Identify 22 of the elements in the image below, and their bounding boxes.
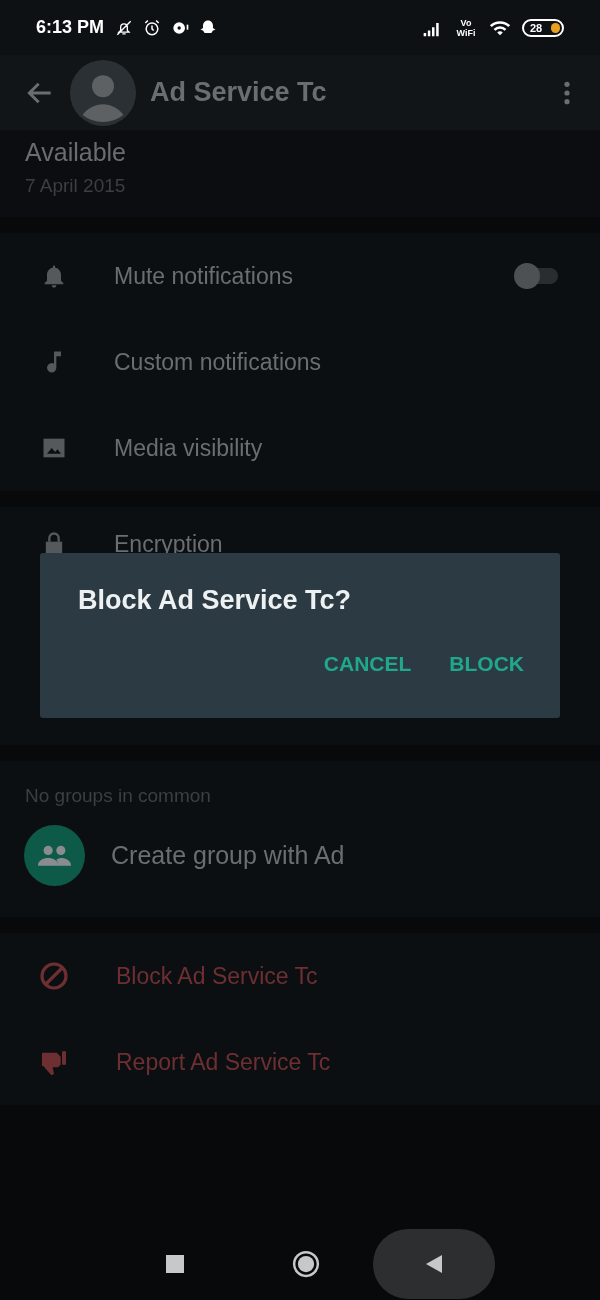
dialog-button[interactable]: BLOCK: [449, 652, 524, 676]
avatar[interactable]: [70, 59, 136, 126]
settings-row[interactable]: Media visibility: [0, 405, 600, 491]
group-icon: [24, 824, 85, 886]
battery-percent: 28: [530, 21, 543, 34]
back-triangle-icon: [424, 1253, 444, 1275]
settings-row[interactable]: Mute notifications: [0, 233, 600, 319]
list-item[interactable]: Create group with Ad: [0, 815, 600, 917]
battery-fill: [551, 22, 560, 33]
action-row[interactable]: Block Ad Service Tc: [0, 933, 600, 1019]
encryption-label: Encryption: [114, 530, 223, 558]
dialog-title: Block Ad Service Tc?: [78, 585, 353, 616]
dialog-button[interactable]: CANCEL: [323, 652, 412, 676]
toggle-switch[interactable]: [514, 264, 560, 288]
about-text: Available: [25, 138, 127, 167]
settings-row[interactable]: Custom notifications: [0, 319, 600, 405]
status-time: 6:13 PM: [36, 17, 105, 38]
home-button[interactable]: [291, 1249, 321, 1279]
action-row[interactable]: Report Ad Service Tc: [0, 1019, 600, 1105]
block-icon: [38, 960, 70, 992]
contact-name: Ad Service Tc: [150, 77, 328, 108]
network-label: Vo WiFi: [455, 17, 477, 38]
